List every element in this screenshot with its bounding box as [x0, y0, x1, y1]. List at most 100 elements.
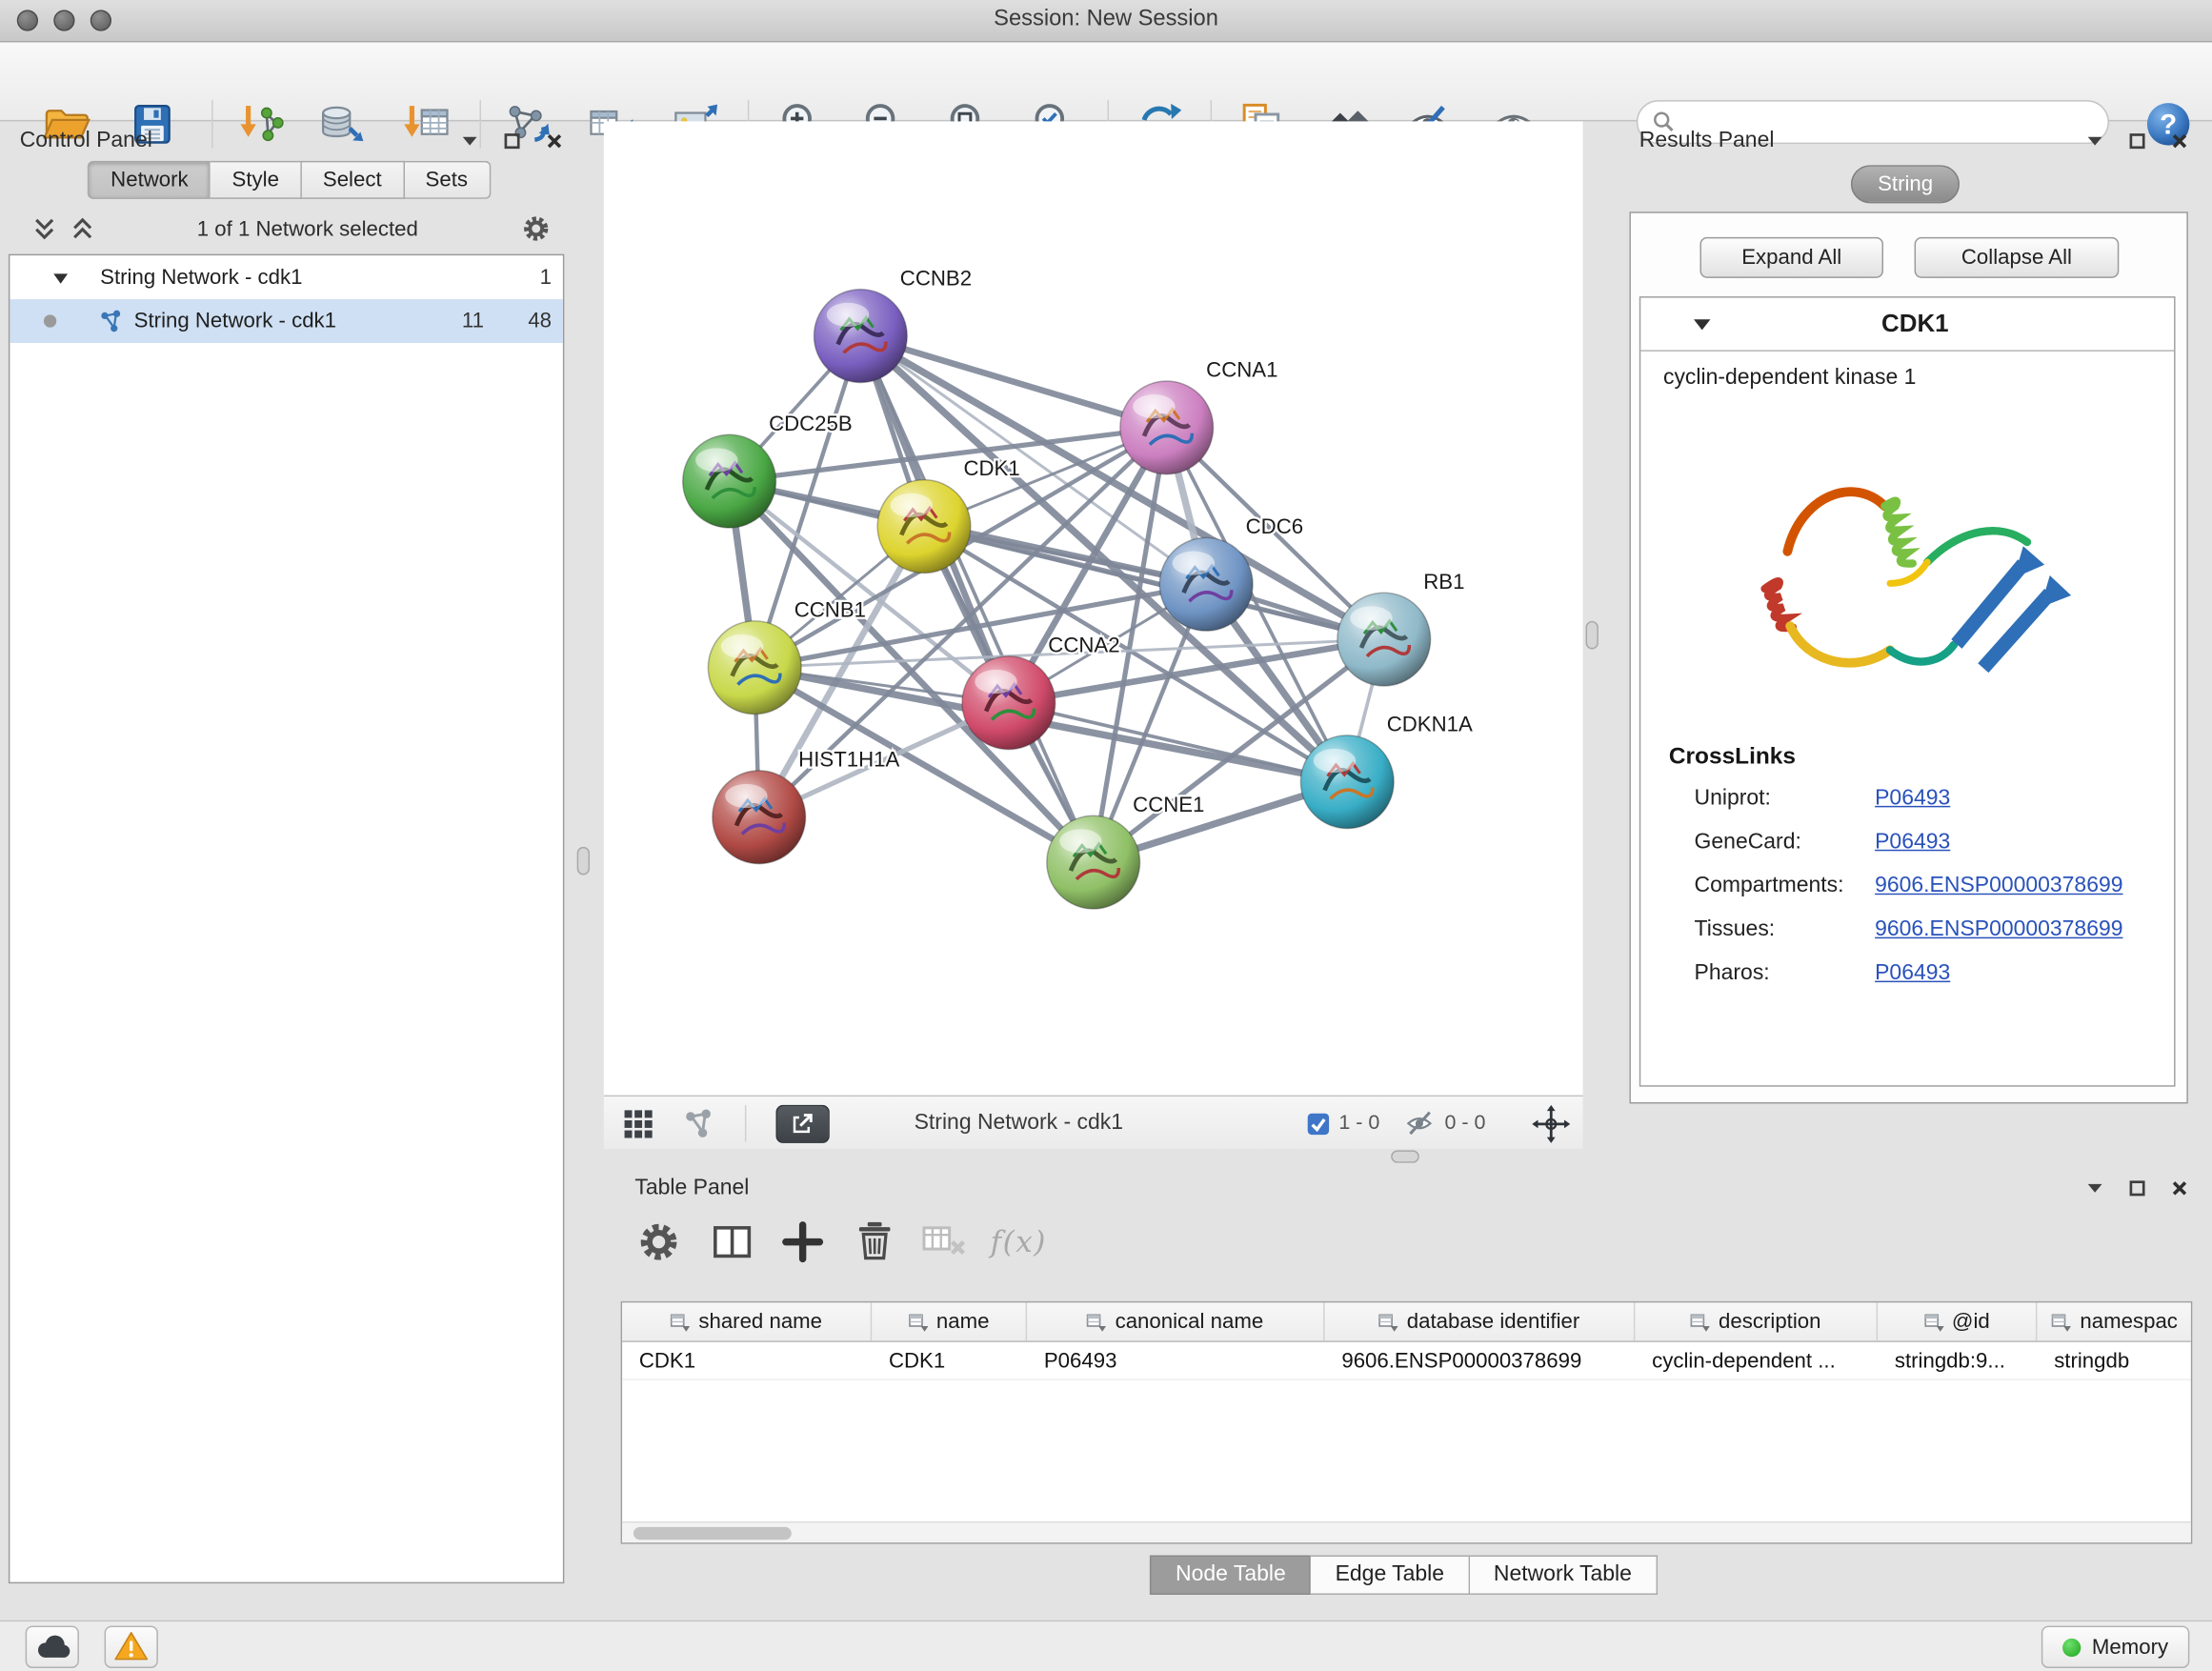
crosslink-value-link[interactable]: P06493	[1875, 829, 1950, 855]
network-selected-summary: 1 of 1 Network selected	[96, 216, 519, 240]
crosslink-value-link[interactable]: 9606.ENSP00000378699	[1875, 873, 2122, 898]
crosslink-row: Compartments:9606.ENSP00000378699	[1640, 864, 2174, 908]
fit-content-button[interactable]	[1532, 1103, 1570, 1142]
expand-all-networks-icon[interactable]	[31, 215, 58, 242]
table-cell[interactable]: stringdb	[2037, 1342, 2192, 1379]
crosslink-label: Compartments:	[1695, 873, 1876, 898]
float-panel-icon[interactable]	[502, 131, 522, 151]
gene-collapse-icon[interactable]	[1692, 313, 1713, 334]
delete-column-button[interactable]	[847, 1214, 903, 1270]
table-cell[interactable]: stringdb:9...	[1878, 1342, 2037, 1379]
network-node-cdk1[interactable]: CDK1	[877, 456, 1020, 573]
control-tab-style[interactable]: Style	[211, 161, 301, 199]
network-node-rb1[interactable]: RB1	[1337, 570, 1465, 686]
gear-icon	[633, 1217, 684, 1267]
tab-string[interactable]: String	[1851, 165, 1960, 203]
crosslinks-title: CrossLinks	[1640, 735, 2174, 776]
memory-button[interactable]: Memory	[2041, 1626, 2190, 1668]
collapse-all-button[interactable]: Collapse All	[1915, 237, 2120, 278]
open-external-icon	[789, 1109, 817, 1137]
column-header-shared-name[interactable]: shared name	[622, 1302, 872, 1340]
network-status-dot	[44, 314, 56, 327]
column-header-canonical-name[interactable]: canonical name	[1027, 1302, 1324, 1340]
table-settings-button[interactable]	[631, 1214, 687, 1270]
delete-table-button-disabled[interactable]	[915, 1214, 972, 1270]
control-tab-sets[interactable]: Sets	[404, 161, 490, 199]
right-splitter-handle[interactable]	[1586, 621, 1599, 650]
network-overview-button[interactable]	[683, 1103, 714, 1142]
float-panel-icon[interactable]	[2127, 131, 2147, 151]
share-network-icon	[683, 1108, 714, 1139]
collapse-panel-icon[interactable]	[460, 131, 480, 151]
status-bar: Memory	[0, 1621, 2212, 1671]
expand-all-button[interactable]: Expand All	[1699, 237, 1883, 278]
warnings-button[interactable]	[105, 1626, 158, 1668]
node-label: CCNA1	[1206, 358, 1277, 382]
column-header-@id[interactable]: @id	[1878, 1302, 2037, 1340]
table-tab-node-table[interactable]: Node Table	[1150, 1556, 1311, 1595]
hidden-counts: 0 - 0	[1405, 1103, 1485, 1142]
table-body: CDK1CDK1P064939606.ENSP00000378699cyclin…	[622, 1342, 2191, 1380]
left-splitter-handle[interactable]	[577, 847, 590, 876]
birdseye-grid-button[interactable]	[621, 1103, 656, 1142]
control-tab-select[interactable]: Select	[302, 161, 405, 199]
network-selection-row: 1 of 1 Network selected	[9, 206, 570, 251]
add-column-button[interactable]	[774, 1214, 831, 1270]
network-node-ccnb1[interactable]: CCNB1	[708, 597, 866, 714]
network-collection-row[interactable]: String Network - cdk1 1	[10, 255, 563, 299]
crosslink-row: GeneCard:P06493	[1640, 820, 2174, 864]
crosslinks-list: Uniprot:P06493GeneCard:P06493Compartment…	[1640, 776, 2174, 996]
gene-header[interactable]: CDK1	[1640, 298, 2174, 352]
export-view-button[interactable]	[775, 1103, 829, 1142]
table-tab-edge-table[interactable]: Edge Table	[1311, 1556, 1469, 1595]
crosslink-value-link[interactable]: P06493	[1875, 785, 1950, 811]
network-edge[interactable]	[860, 336, 1093, 863]
columns-icon	[707, 1217, 757, 1267]
float-panel-icon[interactable]	[2127, 1178, 2147, 1198]
crosslink-value-link[interactable]: P06493	[1875, 960, 1950, 986]
column-sort-icon	[1923, 1312, 1943, 1332]
show-columns-button[interactable]	[704, 1214, 760, 1270]
horizontal-splitter-handle[interactable]	[1391, 1150, 1419, 1162]
node-label: CDC6	[1246, 514, 1303, 538]
table-cell[interactable]: P06493	[1027, 1342, 1324, 1379]
close-panel-icon[interactable]	[2170, 1178, 2190, 1198]
tree-expander-icon[interactable]	[52, 269, 70, 286]
close-panel-icon[interactable]	[2170, 131, 2190, 151]
table-row[interactable]: CDK1CDK1P064939606.ENSP00000378699cyclin…	[622, 1342, 2191, 1380]
table-panel-header: Table Panel	[634, 1173, 2189, 1204]
column-header-name[interactable]: name	[872, 1302, 1027, 1340]
selected-checkbox-icon[interactable]	[1306, 1112, 1330, 1136]
scrollbar-thumb[interactable]	[633, 1527, 792, 1540]
function-builder-button[interactable]: f(x)	[991, 1225, 1047, 1259]
table-cell[interactable]: CDK1	[872, 1342, 1027, 1379]
table-cell[interactable]: 9606.ENSP00000378699	[1325, 1342, 1636, 1379]
table-cell[interactable]: CDK1	[622, 1342, 872, 1379]
horizontal-scrollbar[interactable]	[622, 1521, 2191, 1542]
collapse-panel-icon[interactable]	[2085, 131, 2105, 151]
network-node-hist1h1a[interactable]: HIST1H1A	[713, 747, 900, 863]
table-cell[interactable]: cyclin-dependent ...	[1635, 1342, 1878, 1379]
collapse-panel-icon[interactable]	[2085, 1178, 2105, 1198]
control-tab-network[interactable]: Network	[88, 161, 211, 199]
column-header-database-identifier[interactable]: database identifier	[1325, 1302, 1636, 1340]
network-row-selected[interactable]: String Network - cdk1 11 48	[10, 299, 563, 343]
crosslink-label: Pharos:	[1695, 960, 1876, 986]
table-tab-network-table[interactable]: Network Table	[1470, 1556, 1658, 1595]
hidden-eye-slash-icon[interactable]	[1405, 1108, 1437, 1139]
crosslink-value-link[interactable]: 9606.ENSP00000378699	[1875, 916, 2122, 942]
network-tree: String Network - cdk1 1 String Network -…	[9, 254, 564, 1583]
network-node-ccna1[interactable]: CCNA1	[1120, 358, 1278, 474]
application-window: Session: New Session	[0, 0, 2212, 1671]
close-panel-icon[interactable]	[545, 131, 565, 151]
collapse-all-networks-icon[interactable]	[70, 215, 96, 242]
node-label: CCNB2	[900, 266, 972, 290]
column-header-namespac[interactable]: namespac	[2037, 1302, 2192, 1340]
column-header-description[interactable]: description	[1635, 1302, 1878, 1340]
network-options-gear-icon[interactable]	[519, 211, 553, 246]
network-canvas[interactable]: CCNB2CCNA1CDC25BCDK1CDC6RB1CCNB1CCNA2CDK…	[604, 121, 1583, 1095]
titlebar: Session: New Session	[0, 0, 2212, 42]
cloud-status-button[interactable]	[26, 1626, 79, 1668]
network-node-cdkn1a[interactable]: CDKN1A	[1300, 712, 1473, 828]
node-label: CDKN1A	[1387, 712, 1473, 735]
